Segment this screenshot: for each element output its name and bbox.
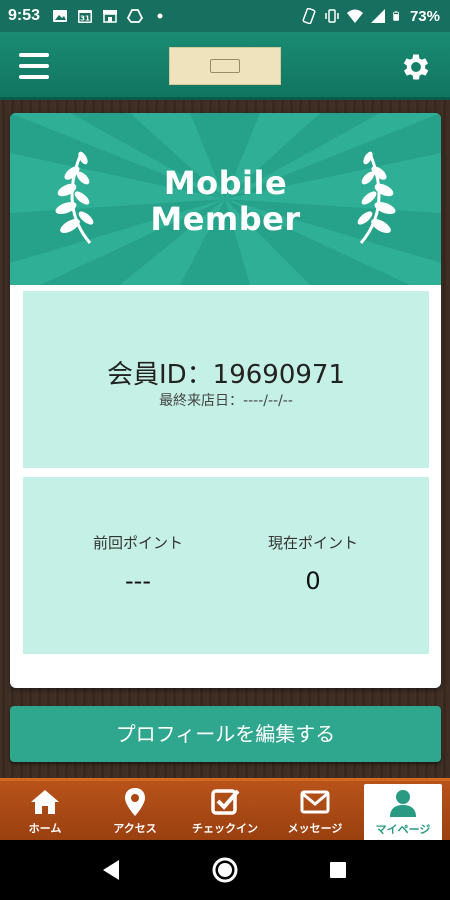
last-visit-value: ----/--/-- (243, 393, 293, 409)
app-header (0, 32, 450, 100)
nav-access-label: アクセス (113, 822, 157, 835)
member-id-value: 19690971 (212, 360, 346, 390)
nav-home[interactable]: ホーム (0, 781, 90, 840)
battery-icon (393, 11, 399, 21)
previous-points: 前回ポイント --- (58, 532, 218, 595)
signal-icon (370, 9, 385, 23)
nav-checkin-label: チェックイン (192, 822, 258, 835)
bottom-nav: ホーム アクセス チェックイン メッセージ マイページ (0, 778, 450, 843)
drive-icon (127, 9, 144, 23)
brand-logo (169, 47, 281, 85)
logo-mark (210, 59, 240, 73)
member-info-panel: 会員ID：19690971 最終来店日：----/--/-- (23, 291, 429, 468)
phone-settings-icon (302, 8, 316, 24)
back-icon[interactable] (101, 859, 121, 881)
calendar-icon: 31 (78, 10, 93, 23)
previous-points-label: 前回ポイント (92, 534, 183, 552)
home-circle-icon[interactable] (211, 856, 239, 884)
last-visit-label: 最終来店日： (159, 393, 244, 409)
member-id: 会員ID：19690971 (23, 354, 429, 391)
gear-icon[interactable] (399, 50, 433, 84)
nav-message-label: メッセージ (287, 822, 343, 835)
nav-mypage-label: マイページ (375, 823, 431, 836)
laurel-right-icon (357, 151, 396, 244)
current-points-value: 0 (305, 567, 321, 595)
nav-checkin[interactable]: チェックイン (180, 781, 270, 840)
store-icon (103, 10, 118, 23)
mail-icon (300, 790, 330, 814)
nav-access[interactable]: アクセス (90, 781, 180, 840)
home-icon (31, 790, 59, 814)
dot-icon (157, 13, 163, 19)
photo-icon (53, 10, 68, 22)
wifi-icon (346, 9, 363, 23)
edit-profile-button[interactable]: プロフィールを編集する (10, 706, 441, 762)
nav-mypage[interactable]: マイページ (364, 784, 442, 843)
status-bar: 9:53 31 73% (0, 0, 450, 32)
member-card: Mobile Member 会員ID：19690971 最終来店日：----/-… (10, 113, 441, 688)
points-panel: 前回ポイント --- 現在ポイント 0 (23, 477, 429, 654)
recent-apps-icon[interactable] (330, 862, 346, 878)
card-banner: Mobile Member (10, 113, 441, 285)
current-points-label: 現在ポイント (267, 534, 358, 552)
vibrate-icon (325, 9, 339, 23)
nav-message[interactable]: メッセージ (270, 781, 360, 840)
previous-points-value: --- (125, 567, 151, 595)
svg-text:31: 31 (80, 15, 90, 23)
status-time: 9:53 (8, 7, 41, 24)
hamburger-icon[interactable] (17, 50, 51, 82)
battery-percent: 73% (409, 7, 440, 25)
system-nav-bar (0, 840, 450, 900)
nav-home-label: ホーム (28, 822, 62, 835)
current-points: 現在ポイント 0 (233, 532, 393, 595)
map-pin-icon (125, 788, 145, 816)
member-id-label: 会員ID： (106, 360, 213, 390)
status-right: 73% (301, 8, 440, 25)
checkbox-icon (211, 789, 240, 815)
person-icon (390, 790, 416, 817)
last-visit: 最終来店日：----/--/-- (23, 390, 429, 410)
